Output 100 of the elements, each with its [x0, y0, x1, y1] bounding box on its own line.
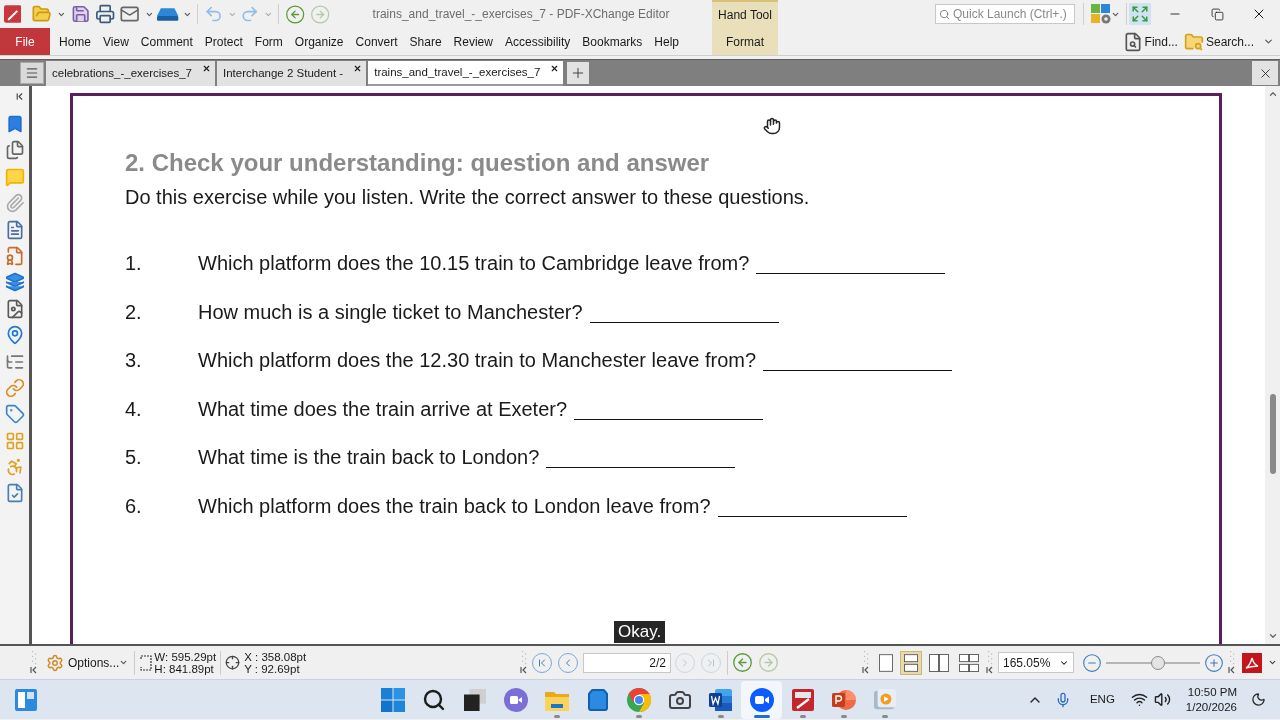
- context-tab-header: Hand Tool: [712, 0, 778, 28]
- speaker-icon[interactable]: [1153, 691, 1171, 708]
- quick-launch-field[interactable]: Quick Launch (Ctrl+.): [935, 4, 1075, 24]
- close-tab-icon[interactable]: [550, 64, 560, 73]
- question-number: 6.: [125, 493, 143, 518]
- single-page-icon: [879, 653, 893, 672]
- link-icon[interactable]: [4, 377, 25, 398]
- ribbon-tab[interactable]: View: [97, 28, 135, 55]
- document-tab[interactable]: Interchange 2 Student -: [217, 61, 367, 86]
- ribbon-tab[interactable]: Convert: [349, 28, 404, 55]
- question-number: 5.: [125, 445, 143, 470]
- layers-icon[interactable]: [4, 272, 25, 293]
- tiles-gear-icon[interactable]: [1091, 4, 1111, 24]
- slider-thumb[interactable]: [1150, 655, 1165, 670]
- ribbon-tab[interactable]: Form: [248, 28, 289, 55]
- wifi-icon[interactable]: [1130, 691, 1148, 708]
- ribbon-tab[interactable]: Home: [53, 28, 97, 55]
- ribbon-tab[interactable]: Organize: [288, 28, 350, 55]
- collapse-handle-icon[interactable]: [986, 650, 994, 675]
- document-tab[interactable]: celebrations_-_exercises_7: [46, 61, 215, 86]
- save-icon[interactable]: [71, 4, 91, 24]
- pdf-app-icon: [790, 687, 815, 712]
- running-indicator-icon: [799, 714, 806, 718]
- close-tab-icon[interactable]: [353, 64, 363, 73]
- shopping-bag-icon: [585, 687, 610, 712]
- question-text: What time is the train back to London?: [198, 445, 540, 470]
- zoom-slider[interactable]: [1106, 654, 1200, 671]
- scroll-down-icon[interactable]: [1267, 631, 1278, 641]
- ribbon-tab[interactable]: Comment: [134, 28, 199, 55]
- clock-time[interactable]: 10:50 PM: [1187, 684, 1237, 700]
- collapse-handle-icon[interactable]: [862, 650, 870, 675]
- expand-ribbon-icon[interactable]: [1263, 36, 1274, 47]
- ribbon-tab[interactable]: Bookmarks: [576, 28, 649, 55]
- zoom-out-icon[interactable]: [1082, 652, 1102, 673]
- ribbon-tab[interactable]: Help: [648, 28, 686, 55]
- menu-icon: [25, 66, 39, 80]
- new-tab-button[interactable]: [567, 62, 590, 84]
- tag-icon[interactable]: [4, 404, 25, 425]
- caret-icon[interactable]: [1268, 658, 1277, 667]
- presentation-app-icon: [831, 687, 856, 712]
- file-menu-button[interactable]: File: [0, 28, 50, 55]
- collapse-handle-icon[interactable]: [30, 650, 38, 675]
- question-number: 3.: [125, 348, 143, 373]
- paperclip-icon[interactable]: [4, 193, 25, 214]
- facing-pages-icon: [929, 653, 949, 672]
- moon-icon[interactable]: [1251, 692, 1266, 707]
- caption-overlay: Okay.: [614, 621, 666, 643]
- tab-title: Interchange 2 Student -: [223, 65, 344, 81]
- caret-icon[interactable]: [119, 658, 129, 667]
- certificate-document-icon[interactable]: [4, 245, 25, 266]
- ribbon-tab[interactable]: Protect: [198, 28, 249, 55]
- back-icon[interactable]: [285, 3, 306, 25]
- printer-icon[interactable]: [94, 4, 116, 24]
- collapse-icon[interactable]: [14, 90, 25, 102]
- cursor-position-icon: [225, 655, 241, 670]
- document-tab[interactable]: trains_and_travel_-_exercises_7: [368, 61, 564, 86]
- ribbon-tab[interactable]: Share: [403, 28, 448, 55]
- running-indicator-icon: [553, 714, 560, 718]
- collapse-handle-icon[interactable]: [1228, 650, 1236, 675]
- scanner-icon[interactable]: [157, 7, 179, 21]
- gears-icon[interactable]: [46, 653, 64, 672]
- hand-cursor-icon: [763, 117, 781, 135]
- envelope-icon[interactable]: [119, 4, 141, 24]
- back-icon[interactable]: [732, 652, 753, 673]
- page-size-value: W: 595.29pt: [154, 650, 217, 663]
- ribbon-tab[interactable]: Accessibility: [498, 28, 577, 55]
- scroll-up-icon[interactable]: [1267, 89, 1278, 99]
- close-document-button[interactable]: [1252, 61, 1278, 85]
- running-indicator-icon: [717, 714, 724, 718]
- expand-icon: [1131, 5, 1149, 23]
- search-folder-icon: [1183, 31, 1204, 52]
- scrollbar-thumb[interactable]: [1269, 394, 1276, 474]
- tab-title: celebrations_-_exercises_7: [52, 65, 192, 81]
- clock-date[interactable]: 1/20/2026: [1185, 699, 1237, 715]
- fullscreen-button[interactable]: [1129, 3, 1151, 25]
- question-text: Which platform does the 10.15 train to Cambridge leave from?: [198, 251, 750, 275]
- section-heading: 2. Check your understanding: question and answer: [125, 149, 710, 177]
- instruction-text: Do this exercise while you listen. Write the correct answer to these questions.: [125, 185, 810, 209]
- zoom-in-icon[interactable]: [1204, 652, 1224, 673]
- document-app-icon: [708, 687, 733, 712]
- widgets-icon[interactable]: [15, 688, 37, 711]
- close-tab-icon[interactable]: [202, 64, 211, 73]
- cursor-coordinate: X : 358.08pt: [244, 650, 307, 663]
- input-language[interactable]: ENG: [1089, 690, 1115, 709]
- view-mode-button[interactable]: [900, 650, 922, 675]
- options-menu[interactable]: Options...: [68, 653, 120, 672]
- zoom-select[interactable]: 165.05%: [998, 652, 1074, 673]
- question-text: How much is a single ticket to Manchester?: [198, 299, 583, 324]
- app-logo-icon[interactable]: [4, 5, 22, 23]
- question-text: Which platform does the 12.30 train to Manchester leave from?: [198, 348, 757, 373]
- ribbon-action-button[interactable]: Find...: [1119, 28, 1181, 55]
- pages-icon[interactable]: [4, 140, 25, 161]
- page-number-field[interactable]: 2/2: [583, 652, 671, 673]
- tab-list-button[interactable]: [20, 62, 44, 84]
- pdf-logo-icon[interactable]: [1242, 652, 1262, 673]
- ribbon-tab[interactable]: Review: [447, 28, 499, 55]
- running-indicator-icon: [840, 714, 847, 718]
- collapse-handle-icon[interactable]: [520, 650, 528, 675]
- ribbon-action-button[interactable]: Search...: [1180, 28, 1257, 55]
- restore-icon: [1210, 7, 1224, 21]
